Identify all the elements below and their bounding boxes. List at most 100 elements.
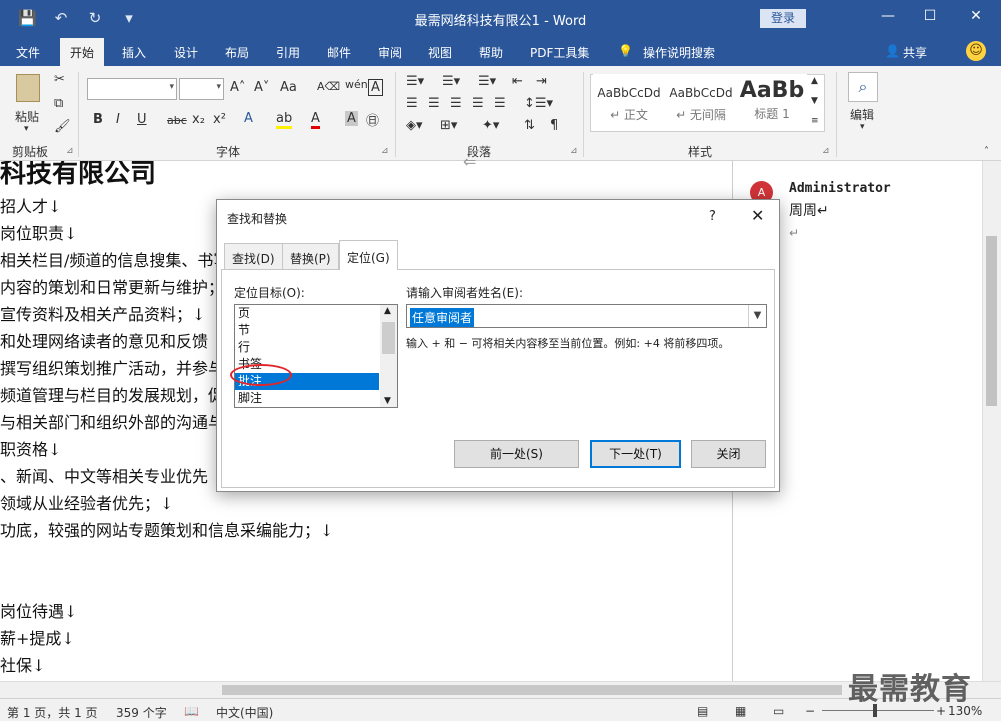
zoom-out-icon[interactable]: − xyxy=(805,704,815,718)
close-icon[interactable]: ✕ xyxy=(751,206,764,225)
list-item[interactable]: 节 xyxy=(235,322,379,339)
tab-find[interactable]: 查找(D) xyxy=(224,243,283,269)
style-no-spacing[interactable]: AaBbCcDd ↵ 无间隔 xyxy=(665,74,737,128)
tab-goto[interactable]: 定位(G) xyxy=(339,240,398,270)
borders-icon[interactable]: ⊞▾ xyxy=(440,118,457,133)
close-button[interactable]: 关闭 xyxy=(691,440,766,468)
numbering-icon[interactable]: ☰▾ xyxy=(442,74,460,89)
tab-pdf-tools[interactable]: PDF工具集 xyxy=(530,44,589,61)
previous-button[interactable]: 前一处(S) xyxy=(454,440,579,468)
next-button[interactable]: 下一处(T) xyxy=(590,440,681,468)
align-left-icon[interactable]: ☰ xyxy=(406,96,418,111)
tab-replace[interactable]: 替换(P) xyxy=(282,243,339,269)
help-icon[interactable]: ? xyxy=(709,209,716,224)
gallery-down-icon[interactable]: ▼ xyxy=(811,96,818,106)
list-scroll-thumb[interactable] xyxy=(382,322,395,354)
align-center-icon[interactable]: ☰ xyxy=(428,96,440,111)
list-item[interactable]: 页 xyxy=(235,305,379,322)
smiley-feedback-icon[interactable]: ☺ xyxy=(966,41,986,61)
reviewer-combobox[interactable]: 任意审阅者 ▼ xyxy=(406,304,767,328)
gallery-more-icon[interactable]: ≡ xyxy=(811,116,819,126)
font-launcher-icon[interactable]: ⊿ xyxy=(381,146,389,156)
distributed-icon[interactable]: ☰ xyxy=(494,96,506,111)
restore-icon[interactable]: ☐ xyxy=(920,8,940,24)
line-spacing-icon[interactable]: ↕☰▾ xyxy=(524,96,553,111)
word-count[interactable]: 359 个字 xyxy=(116,704,167,721)
tab-mailings[interactable]: 邮件 xyxy=(327,44,351,61)
multilevel-list-icon[interactable]: ☰▾ xyxy=(478,74,496,89)
sort-icon[interactable]: ⇅ xyxy=(524,118,535,133)
proofing-icon[interactable]: 📖 xyxy=(184,704,199,718)
decrease-indent-icon[interactable]: ⇤ xyxy=(512,74,523,89)
search-icon[interactable]: ⌕ xyxy=(848,72,878,102)
italic-button[interactable]: I xyxy=(116,112,120,127)
edit-button[interactable]: 编辑 xyxy=(850,106,874,123)
subscript-button[interactable]: x₂ xyxy=(192,112,205,127)
align-right-icon[interactable]: ☰ xyxy=(450,96,462,111)
print-layout-icon[interactable]: ▦ xyxy=(735,704,746,718)
justify-icon[interactable]: ☰ xyxy=(472,96,484,111)
language-indicator[interactable]: 中文(中国) xyxy=(216,704,273,721)
show-marks-icon[interactable]: ¶ xyxy=(550,118,558,133)
change-case-icon[interactable]: Aa xyxy=(280,80,297,95)
zoom-slider[interactable] xyxy=(822,710,934,711)
enclose-character-icon[interactable]: ㊐ xyxy=(366,110,379,129)
list-scrollbar[interactable]: ▲ ▼ xyxy=(380,305,397,407)
chevron-up-icon[interactable]: ▲ xyxy=(384,306,391,316)
login-button[interactable]: 登录 xyxy=(760,9,806,28)
format-painter-icon[interactable]: 🖌 xyxy=(54,119,71,134)
asian-layout-icon[interactable]: ✦▾ xyxy=(482,118,499,133)
styles-launcher-icon[interactable]: ⊿ xyxy=(822,146,830,156)
vertical-scroll-thumb[interactable] xyxy=(986,236,997,406)
page-count[interactable]: 第 1 页，共 1 页 xyxy=(7,704,98,721)
underline-button[interactable]: U xyxy=(137,112,147,127)
list-item[interactable]: 行 xyxy=(235,339,379,356)
web-layout-icon[interactable]: ▭ xyxy=(773,704,784,718)
tab-insert[interactable]: 插入 xyxy=(122,44,146,61)
chevron-down-icon[interactable]: ▾ xyxy=(860,122,865,132)
cut-icon[interactable]: ✂ xyxy=(54,72,65,87)
bullets-icon[interactable]: ☰▾ xyxy=(406,74,424,89)
clipboard-launcher-icon[interactable]: ⊿ xyxy=(66,146,74,156)
highlight-icon[interactable]: ab xyxy=(276,111,293,129)
grow-font-icon[interactable]: A˄ xyxy=(230,80,245,95)
text-effects-icon[interactable]: A xyxy=(244,111,253,126)
bold-button[interactable]: B xyxy=(93,112,103,127)
tell-me-search[interactable]: 操作说明搜索 xyxy=(643,44,715,61)
goto-target-list[interactable]: 页 节 行 书签 批注 脚注 ▲ ▼ xyxy=(234,304,398,408)
character-shading-icon[interactable]: A xyxy=(345,111,358,126)
chevron-down-icon[interactable]: ▼ xyxy=(748,305,766,327)
shading-icon[interactable]: ◈▾ xyxy=(406,118,423,133)
tab-references[interactable]: 引用 xyxy=(276,44,300,61)
clear-format-icon[interactable]: A⌫ xyxy=(317,80,340,93)
collapse-ribbon-icon[interactable]: ˄ xyxy=(984,146,989,157)
minimize-icon[interactable]: — xyxy=(878,8,898,24)
font-size-combobox[interactable]: ▾ xyxy=(179,78,224,100)
paste-button[interactable]: 粘贴 xyxy=(15,108,39,125)
character-border-icon[interactable]: A xyxy=(368,79,383,96)
tab-design[interactable]: 设计 xyxy=(174,44,198,61)
tab-help[interactable]: 帮助 xyxy=(479,44,503,61)
read-mode-icon[interactable]: ▤ xyxy=(697,704,708,718)
horizontal-scroll-thumb[interactable] xyxy=(222,685,842,695)
paste-dropdown-icon[interactable]: ▾ xyxy=(24,124,29,134)
share-button[interactable]: 共享 xyxy=(903,44,927,61)
phonetic-guide-icon[interactable]: wén xyxy=(345,78,368,91)
increase-indent-icon[interactable]: ⇥ xyxy=(536,74,547,89)
tab-home[interactable]: 开始 xyxy=(60,38,105,66)
tab-view[interactable]: 视图 xyxy=(428,44,452,61)
comment-text[interactable]: 周周↵ xyxy=(789,200,829,220)
tab-layout[interactable]: 布局 xyxy=(225,44,249,61)
list-item[interactable]: 脚注 xyxy=(235,390,379,407)
font-name-combobox[interactable]: ▾ xyxy=(87,78,177,100)
font-color-icon[interactable]: A xyxy=(311,111,320,129)
close-icon[interactable]: ✕ xyxy=(966,8,986,24)
copy-icon[interactable]: ⧉ xyxy=(54,96,63,111)
clipboard-icon[interactable] xyxy=(16,74,40,102)
paragraph-launcher-icon[interactable]: ⊿ xyxy=(570,146,578,156)
superscript-button[interactable]: x² xyxy=(213,112,226,127)
tab-review[interactable]: 审阅 xyxy=(378,44,402,61)
style-normal[interactable]: AaBbCcDd ↵ 正文 xyxy=(593,74,665,128)
tab-file[interactable]: 文件 xyxy=(16,44,40,61)
strikethrough-button[interactable]: abc xyxy=(167,114,187,127)
